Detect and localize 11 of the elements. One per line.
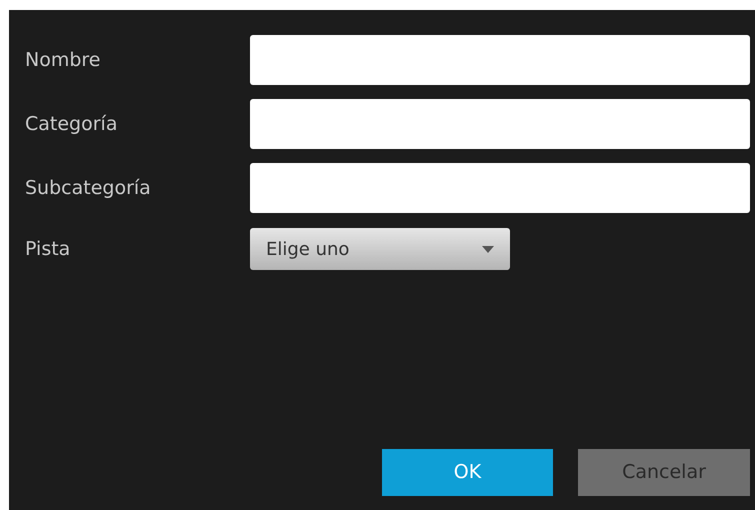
input-field[interactable] — [250, 99, 750, 149]
ok-button[interactable]: OK — [382, 449, 553, 496]
dropdown[interactable]: Elige uno — [250, 228, 510, 270]
field-label: Categoría — [24, 112, 118, 137]
caret-icon — [482, 246, 494, 252]
field-label: Nombre — [24, 48, 102, 73]
field-label: Subcategoría — [24, 176, 152, 201]
cancel-button[interactable]: Cancelar — [578, 449, 750, 496]
field-label: Pista — [24, 236, 72, 262]
input-field[interactable] — [250, 163, 750, 213]
input-field[interactable] — [250, 35, 750, 85]
